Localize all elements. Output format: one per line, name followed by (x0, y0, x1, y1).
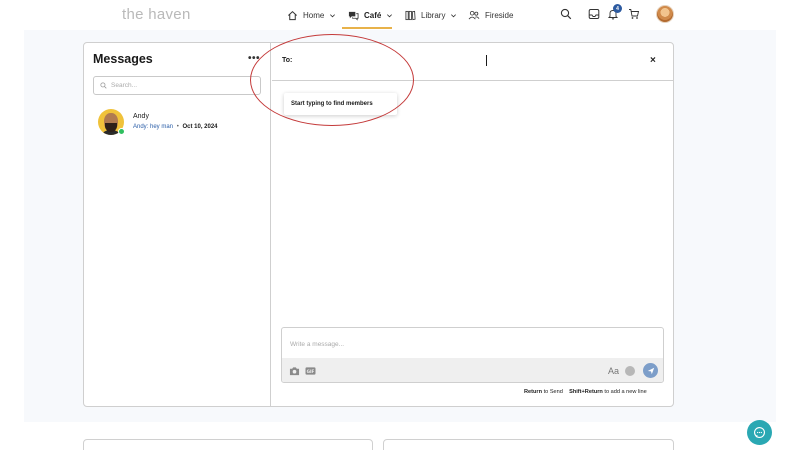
gif-icon[interactable]: GIF (305, 366, 316, 376)
hint-newline-text: to add a new line (604, 389, 647, 395)
chevron-down-icon (330, 13, 336, 17)
brand-logo[interactable]: the haven (122, 6, 191, 23)
nav-library-label: Library (421, 10, 446, 20)
emoji-icon[interactable] (625, 366, 635, 376)
chevron-down-icon (451, 13, 457, 17)
hint-send-text: to Send (543, 389, 563, 395)
nav-library[interactable]: Library (405, 8, 457, 22)
search-field[interactable] (93, 76, 261, 95)
nav-home[interactable]: Home (287, 8, 336, 22)
text-format-button[interactable]: Aa (608, 366, 619, 376)
chat-bubbles-icon (348, 11, 359, 21)
messages-title: Messages (93, 52, 153, 66)
meta-separator: • (176, 124, 179, 130)
conversation-meta: Andy: hey man • Oct 10, 2024 (133, 124, 218, 130)
conversation-list-pane: Messages ••• Andy Andy: hey man • Oct 10… (84, 43, 271, 406)
bottom-card-left (83, 439, 373, 450)
conversation-item[interactable]: Andy Andy: hey man • Oct 10, 2024 (98, 109, 258, 137)
nav-cafe-label: Café (364, 10, 382, 20)
message-input[interactable] (290, 337, 650, 351)
nav-fireside-label: Fireside (485, 10, 514, 20)
message-composer: GIF Aa (281, 327, 664, 383)
svg-text:GIF: GIF (307, 369, 315, 374)
nav-fireside[interactable]: Fireside (468, 8, 513, 22)
online-status-indicator (118, 128, 125, 135)
search-button[interactable] (559, 7, 573, 21)
camera-icon[interactable] (289, 366, 300, 376)
hint-shift-key: Shift+Return (569, 389, 603, 395)
inbox-button[interactable] (587, 7, 601, 21)
send-icon (647, 367, 654, 374)
library-icon (405, 10, 416, 20)
composer-toolbar: GIF Aa (282, 358, 663, 382)
text-cursor (486, 55, 487, 66)
search-icon (100, 82, 107, 89)
notification-badge: 4 (613, 4, 622, 13)
active-tab-indicator (342, 27, 392, 29)
nav-home-label: Home (303, 10, 325, 20)
search-icon (560, 8, 572, 20)
top-navigation: the haven Home Café Library Fireside 4 (0, 0, 800, 30)
inbox-icon (588, 9, 600, 19)
hint-return-key: Return (524, 389, 543, 395)
annotation-circle (250, 34, 414, 126)
support-chat-button[interactable] (747, 420, 772, 445)
keyboard-hint: Return to Send Shift+Return to add a new… (524, 389, 647, 395)
send-button[interactable] (643, 363, 658, 378)
nav-cafe[interactable]: Café (348, 8, 393, 22)
home-icon (288, 10, 297, 20)
chat-icon (754, 427, 765, 438)
conversation-preview: Andy: hey man (133, 124, 174, 130)
close-button[interactable]: × (650, 55, 656, 66)
bottom-card-right (383, 439, 674, 450)
user-avatar[interactable] (656, 5, 674, 23)
people-icon (468, 10, 480, 19)
chevron-down-icon (387, 13, 393, 17)
cart-icon (629, 9, 640, 19)
search-input[interactable] (111, 82, 251, 89)
conversation-name: Andy (133, 113, 149, 120)
conversation-date: Oct 10, 2024 (182, 124, 218, 130)
cart-button[interactable] (627, 7, 641, 21)
